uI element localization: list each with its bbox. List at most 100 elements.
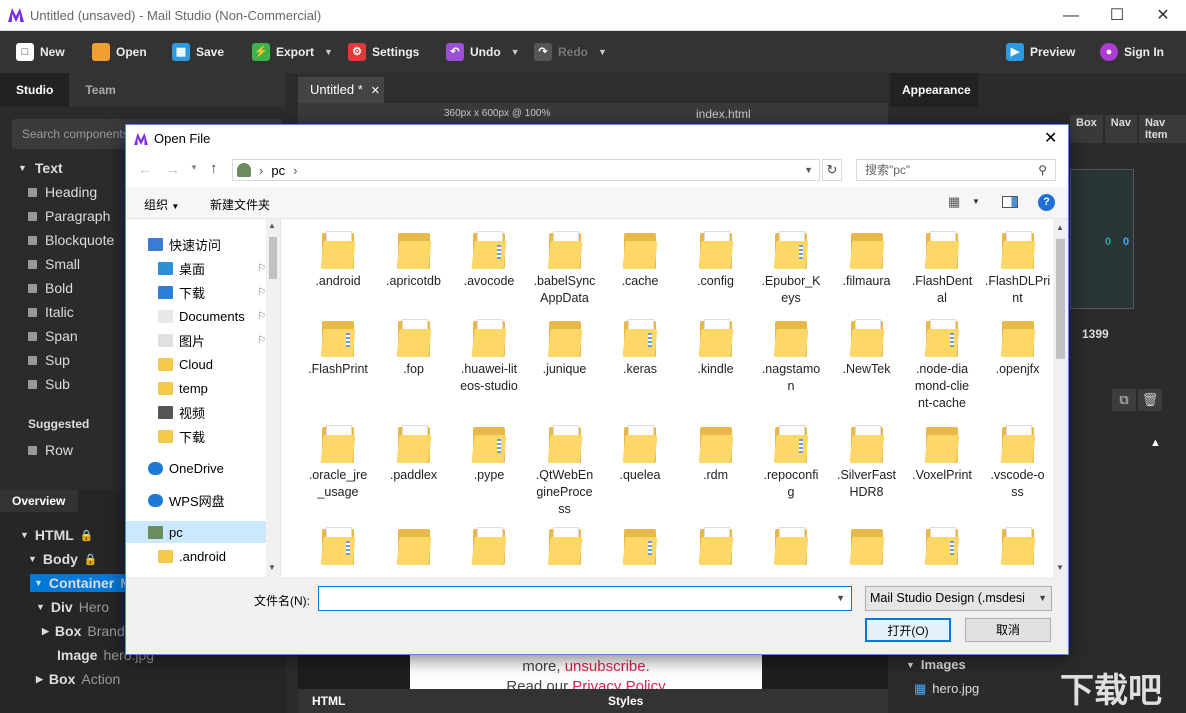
preview-pane-icon[interactable] <box>1002 196 1018 208</box>
file-item[interactable] <box>830 527 904 569</box>
box-value[interactable]: 0 <box>1123 236 1129 248</box>
maximize-button[interactable]: ☐ <box>1094 0 1140 31</box>
signin-button[interactable]: ● Sign In <box>1092 39 1172 65</box>
component-blockquote[interactable]: Blockquote <box>28 232 114 248</box>
file-item[interactable]: .kindle <box>679 319 753 378</box>
component-heading[interactable]: Heading <box>28 184 97 200</box>
file-item[interactable]: .node-dia mond-clie nt-cache <box>905 319 979 412</box>
scroll-up-icon[interactable]: ▲ <box>268 221 276 230</box>
file-item[interactable]: .fop <box>377 319 451 378</box>
tree-body[interactable]: ▼ Body 🔒 <box>28 551 98 567</box>
new-button[interactable]: □ New <box>8 39 73 65</box>
scroll-thumb[interactable] <box>269 237 277 279</box>
height-value[interactable]: 1399 <box>1082 327 1109 341</box>
nav-scrollbar[interactable]: ▲ ▼ <box>266 219 280 577</box>
nav-item[interactable]: temp <box>158 377 266 399</box>
tab-html[interactable]: HTML <box>312 694 345 708</box>
tree-box-action[interactable]: ▶ Box Action <box>36 671 120 687</box>
file-item[interactable]: .filmaura <box>830 231 904 290</box>
tree-box-brand[interactable]: ▶ Box Brand <box>42 623 125 639</box>
privacy-link[interactable]: Privacy Policy <box>572 678 665 689</box>
breadcrumb-pc[interactable]: pc <box>271 163 285 178</box>
nav-item[interactable]: 下载 ⚐ <box>158 281 266 303</box>
file-item[interactable]: .Epubor_K eys <box>754 231 828 307</box>
file-item[interactable]: .NewTek <box>830 319 904 378</box>
scroll-thumb[interactable] <box>1056 239 1065 359</box>
chevron-down-icon[interactable]: ▼ <box>972 197 980 206</box>
nav-item[interactable]: 桌面 ⚐ <box>158 257 266 279</box>
scroll-down-icon[interactable]: ▼ <box>268 563 276 572</box>
file-item[interactable]: .android <box>301 231 375 290</box>
tab-appearance[interactable]: Appearance <box>890 73 978 107</box>
export-button[interactable]: ⚡ Export ▼ <box>244 39 341 65</box>
nav-item[interactable]: 快速访问 <box>148 233 266 255</box>
nav-item[interactable]: 图片 ⚐ <box>158 329 266 351</box>
address-input[interactable]: › pc › ▼ <box>232 159 820 181</box>
settings-button[interactable]: ⚙ Settings <box>340 39 427 65</box>
file-item[interactable]: .huawei-lit eos-studio <box>452 319 526 395</box>
image-item[interactable]: ▦ hero.jpg <box>914 681 979 697</box>
file-item[interactable]: .config <box>679 231 753 290</box>
refresh-icon[interactable]: ↻ <box>822 159 842 181</box>
section-text[interactable]: ▼ Text <box>18 160 63 176</box>
file-item[interactable] <box>452 527 526 569</box>
file-item[interactable]: .rdm <box>679 425 753 484</box>
file-item[interactable]: .oracle_jre _usage <box>301 425 375 501</box>
file-item[interactable]: .quelea <box>603 425 677 484</box>
component-sup[interactable]: Sup <box>28 352 70 368</box>
file-item[interactable]: .FlashPrint <box>301 319 375 378</box>
element-tab[interactable]: Box <box>1070 115 1103 143</box>
file-item[interactable]: .vscode-o ss <box>981 425 1055 501</box>
box-value[interactable]: 0 <box>1105 236 1111 248</box>
file-item[interactable]: .repoconfi g <box>754 425 828 501</box>
file-item[interactable]: .paddlex <box>377 425 451 484</box>
nav-item[interactable]: .android <box>158 545 266 567</box>
file-scrollbar[interactable]: ▲ ▼ <box>1053 219 1068 577</box>
nav-item[interactable]: pc <box>126 521 266 543</box>
file-item[interactable] <box>377 527 451 569</box>
file-item[interactable]: .nagstamo n <box>754 319 828 395</box>
nav-item[interactable]: Documents ⚐ <box>158 305 266 327</box>
images-section[interactable]: ▼ Images <box>906 657 966 672</box>
file-item[interactable]: .pype <box>452 425 526 484</box>
size-label[interactable]: 360px x 600px @ 100% <box>444 103 550 125</box>
tree-div-hero[interactable]: ▼ Div Hero <box>36 599 109 615</box>
file-item[interactable] <box>981 527 1055 569</box>
tree-html[interactable]: ▼ HTML 🔒 <box>20 527 94 543</box>
up-arrow-icon[interactable]: ↑ <box>210 160 218 177</box>
component-paragraph[interactable]: Paragraph <box>28 208 110 224</box>
save-button[interactable]: ▦ Save <box>164 39 232 65</box>
nav-item[interactable]: 视频 <box>158 401 266 423</box>
copy-icon[interactable]: ⧉ <box>1112 389 1136 411</box>
file-item[interactable]: .openjfx <box>981 319 1055 378</box>
component-small[interactable]: Small <box>28 256 80 272</box>
component-italic[interactable]: Italic <box>28 304 74 320</box>
tree-container[interactable]: ▼ContainerMa <box>30 574 128 592</box>
delete-icon[interactable]: 🗑 <box>1138 389 1162 411</box>
component-row[interactable]: Row <box>28 442 73 458</box>
tab-styles[interactable]: Styles <box>608 694 643 708</box>
file-item[interactable]: .VoxelPrint <box>905 425 979 484</box>
preview-button[interactable]: ▶ Preview <box>998 39 1083 65</box>
open-button[interactable]: Open <box>84 39 155 65</box>
element-tab[interactable]: Nav <box>1104 115 1137 143</box>
document-tab[interactable]: Untitled * ✕ <box>298 77 384 103</box>
file-item[interactable] <box>905 527 979 569</box>
cancel-button[interactable]: 取消 <box>965 618 1051 642</box>
tab-team[interactable]: Team <box>69 73 131 107</box>
chevron-down-icon[interactable]: ▼ <box>190 163 198 172</box>
help-icon[interactable]: ? <box>1038 194 1055 211</box>
chevron-down-icon[interactable]: ▼ <box>836 593 845 603</box>
unsubscribe-link[interactable]: unsubscribe. <box>565 658 650 675</box>
file-item[interactable] <box>528 527 602 569</box>
file-item[interactable]: .avocode <box>452 231 526 290</box>
forward-arrow-icon[interactable]: → <box>166 161 180 177</box>
filename-input[interactable]: ▼ <box>318 586 852 611</box>
file-item[interactable]: .FlashDent al <box>905 231 979 307</box>
file-item[interactable]: .SilverFast HDR8 <box>830 425 904 501</box>
nav-item[interactable]: Cloud <box>158 353 266 375</box>
open-button[interactable]: 打开(O) <box>865 618 951 642</box>
component-span[interactable]: Span <box>28 328 78 344</box>
tab-studio[interactable]: Studio <box>0 73 70 107</box>
file-item[interactable]: .FlashDLPri nt <box>981 231 1055 307</box>
